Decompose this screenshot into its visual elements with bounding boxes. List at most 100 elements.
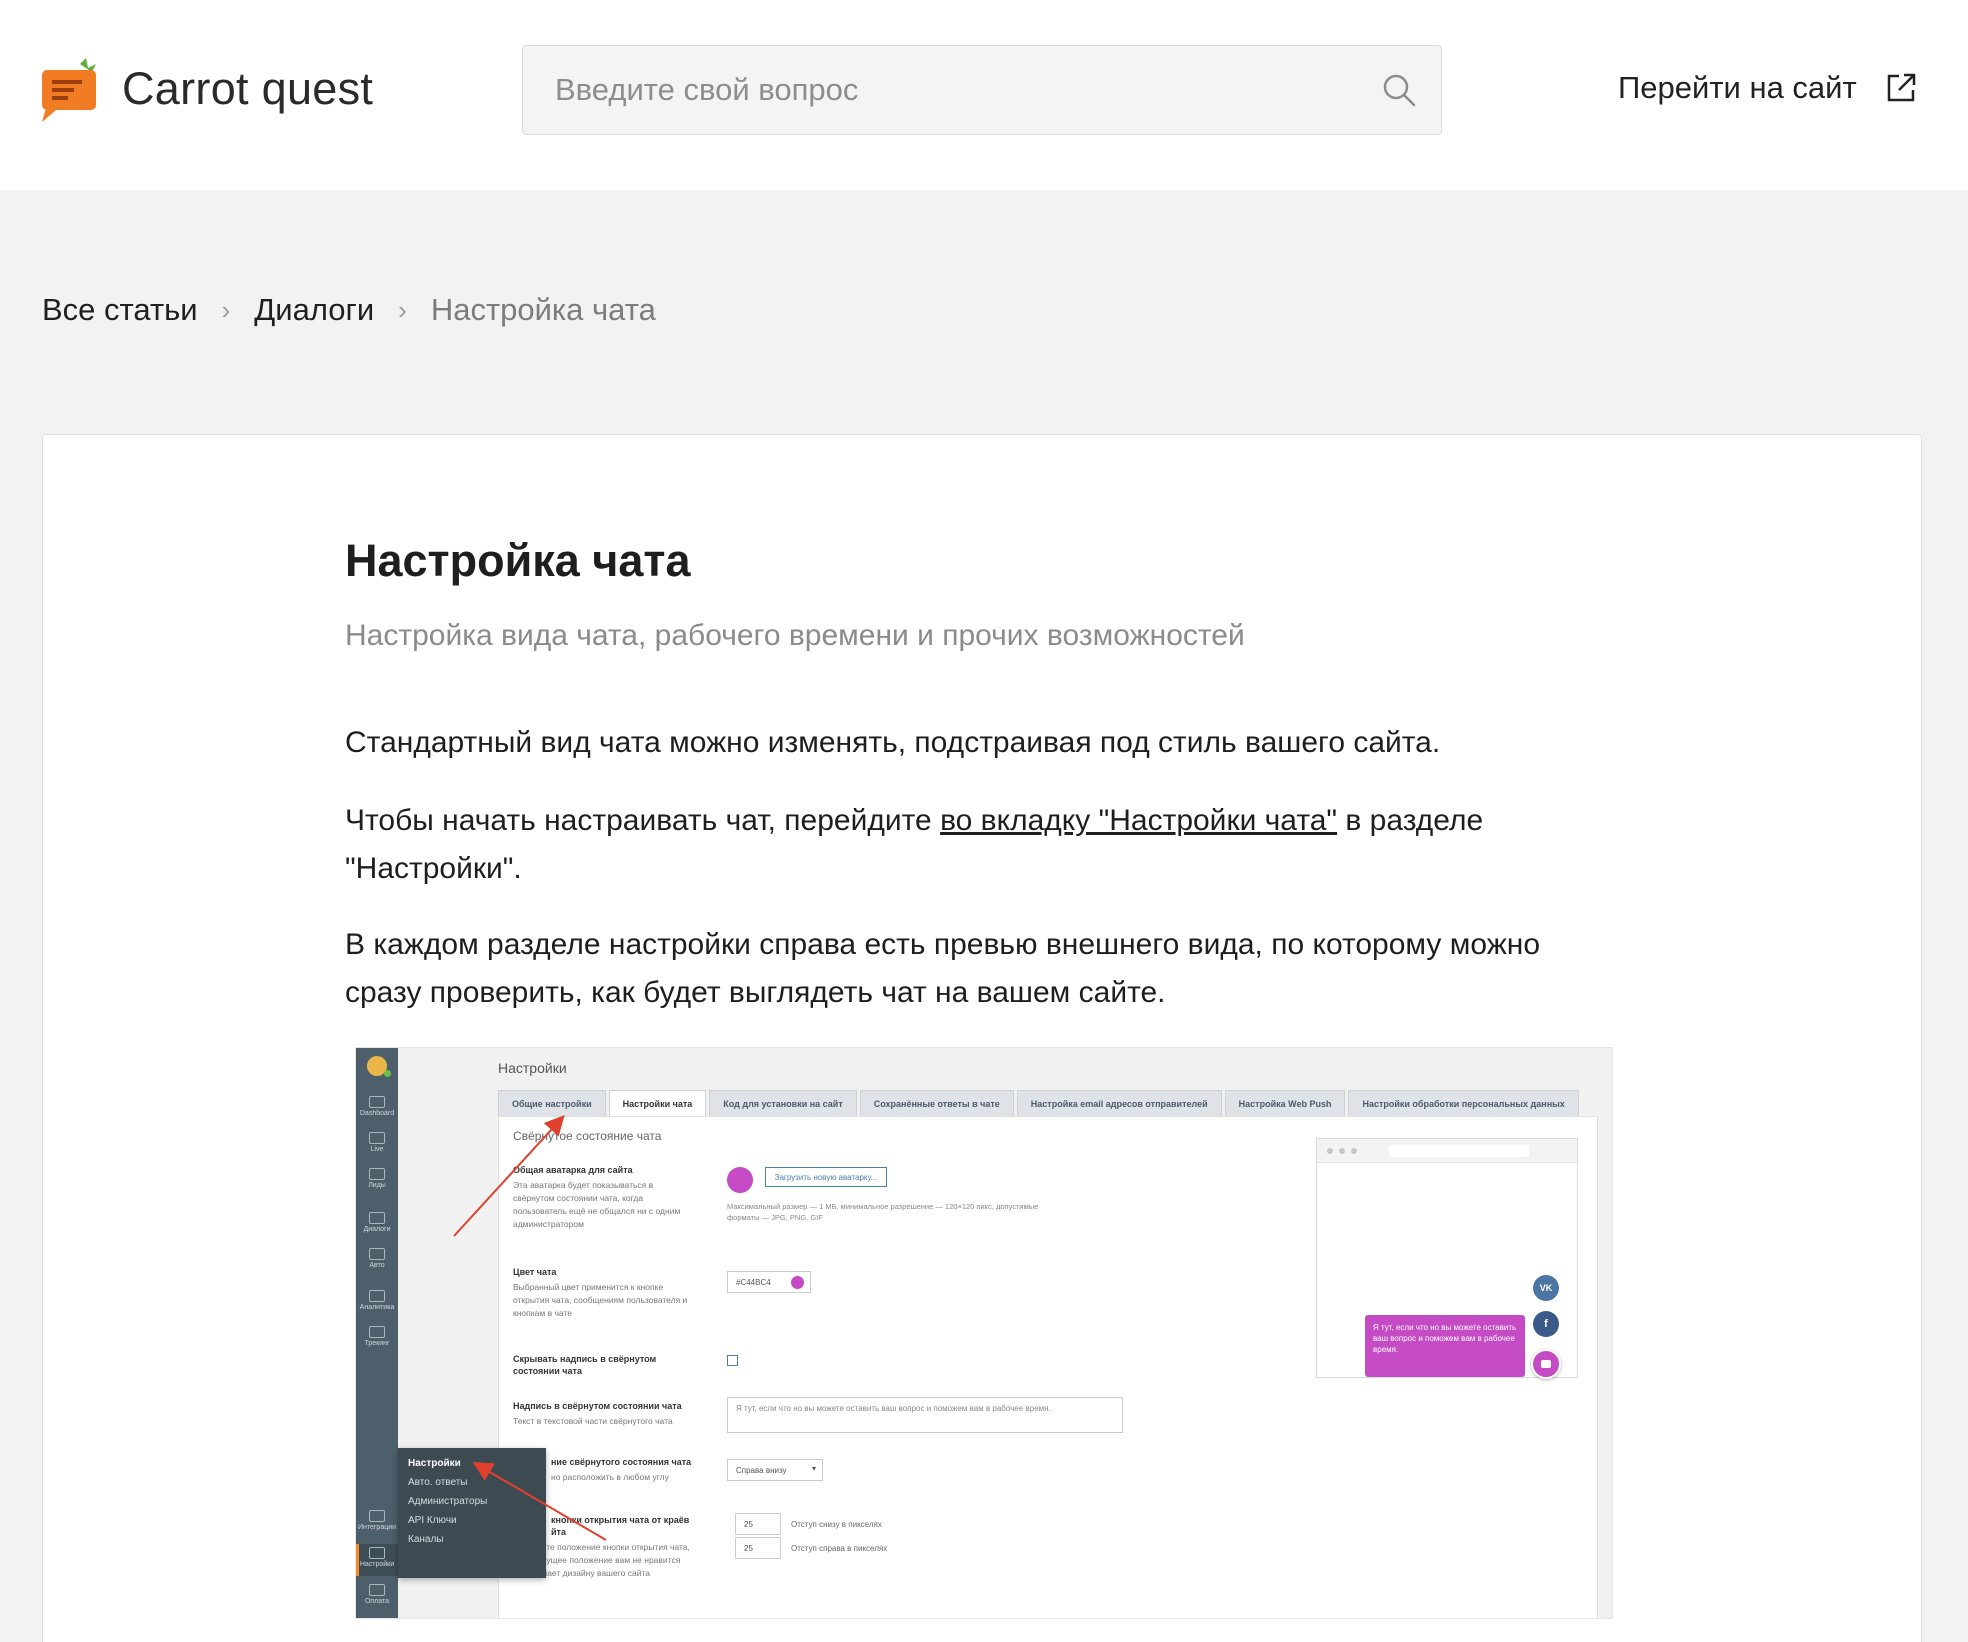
chat-label-bubble: Я тут, если что но вы можете оставить ва…	[1365, 1315, 1525, 1377]
browser-bar	[1317, 1139, 1577, 1163]
sidebar-item-label: Интеграции	[357, 1524, 397, 1531]
submenu-settings: Настройки	[408, 1458, 461, 1469]
sidebar-item-live: Live	[356, 1132, 398, 1153]
hide-label-checkbox	[727, 1355, 738, 1366]
paragraph-2-text: Чтобы начать настраивать чат, перейдите	[345, 804, 941, 837]
label-textarea: Я тут, если что но вы можете оставить ва…	[727, 1397, 1123, 1433]
submenu-admins: Администраторы	[408, 1496, 488, 1507]
goto-site-label: Перейти на сайт	[1618, 70, 1857, 105]
settings-heading: Настройки	[498, 1060, 567, 1076]
upload-avatar-button: Загрузить новую аватарку...	[765, 1167, 887, 1187]
avatar-field-title: Общая аватарка для сайта	[513, 1165, 633, 1175]
offset-right-input: 25	[735, 1537, 781, 1559]
breadcrumb: Все статьи › Диалоги › Настройка чата	[42, 292, 656, 328]
goto-site-link[interactable]: Перейти на сайт	[1618, 70, 1917, 106]
settings-submenu: Настройки Авто. ответы Администраторы AP…	[398, 1448, 546, 1578]
color-field-title: Цвет чата	[513, 1267, 557, 1277]
offset-right-label: Отступ справа в пикселях	[791, 1544, 888, 1553]
chat-icon	[369, 1212, 385, 1224]
sidebar-item-label: Лиды	[368, 1182, 386, 1189]
search-box	[522, 45, 1442, 135]
sidebar-item-label: Оплата	[364, 1598, 390, 1605]
tab-personal-data: Настройки обработки персональных данных	[1348, 1090, 1579, 1116]
color-value: #C44BC4	[736, 1277, 771, 1287]
carrot-logo-icon	[42, 58, 96, 122]
sidebar-item-tracking: Трекинг	[356, 1326, 398, 1347]
browser-dot	[1327, 1148, 1333, 1154]
submenu-api-keys: API Ключи	[408, 1515, 457, 1526]
sidebar-item-label: Трекинг	[364, 1340, 390, 1347]
sidebar-item-settings: Настройки	[356, 1544, 398, 1576]
vk-icon: VK	[1533, 1275, 1559, 1301]
browser-url-bar	[1389, 1145, 1529, 1157]
logo[interactable]: Carrot quest	[40, 56, 373, 122]
cursor-icon	[369, 1326, 385, 1338]
sidebar-item-leads: Лиды	[356, 1168, 398, 1189]
sidebar-item-label: Авто	[369, 1262, 385, 1269]
chevron-right-icon: ›	[398, 294, 407, 325]
sidebar-item-label: Dashboard	[359, 1110, 395, 1117]
chat-avatar-preview	[727, 1167, 753, 1193]
upload-hint: Максимальный размер — 1 МБ, минимальное …	[727, 1202, 1039, 1222]
paragraph-2: Чтобы начать настраивать чат, перейдите …	[345, 797, 1615, 893]
chevron-right-icon: ›	[221, 294, 231, 325]
offset-field-title-2: йта	[551, 1527, 566, 1537]
app-sidebar: Dashboard Live Лиды Диалоги Авто Аналити…	[356, 1048, 398, 1618]
site-header: Carrot quest Перейти на сайт	[0, 0, 1968, 190]
label-field-title: Надпись в свёрнутом состоянии чата	[513, 1401, 682, 1411]
dashboard-icon	[369, 1096, 385, 1108]
sidebar-item-analytics: Аналитика	[356, 1290, 398, 1311]
facebook-icon: f	[1533, 1311, 1559, 1337]
tab-general: Общие настройки	[498, 1090, 606, 1116]
browser-dot	[1339, 1148, 1345, 1154]
settings-tabs: Общие настройки Настройки чата Код для у…	[498, 1090, 1582, 1116]
hide-label-title: Скрывать надпись в свёрнутом состоянии ч…	[513, 1354, 657, 1376]
gear-icon	[369, 1547, 385, 1559]
breadcrumb-all-articles[interactable]: Все статьи	[42, 292, 198, 328]
position-field-title: ние свёрнутого состояния чата	[551, 1457, 692, 1467]
sidebar-item-billing: Оплата	[356, 1584, 398, 1605]
color-input: #C44BC4	[727, 1271, 811, 1293]
article-body: Настройка чата Настройка вида чата, рабо…	[345, 535, 1615, 1017]
color-field-desc: Выбранный цвет применится к кнопке откры…	[513, 1282, 688, 1318]
color-swatch	[791, 1276, 804, 1289]
offset-bottom-label: Отступ снизу в пикселях	[791, 1520, 882, 1529]
submenu-auto-replies: Авто. ответы	[408, 1477, 468, 1488]
position-field-desc: но расположить в любом углу	[551, 1472, 669, 1482]
auto-icon	[369, 1248, 385, 1260]
tab-web-push: Настройка Web Push	[1224, 1090, 1346, 1116]
live-icon	[369, 1132, 385, 1144]
offset-bottom-input: 25	[735, 1513, 781, 1535]
chat-settings-link[interactable]: во вкладку "Настройки чата"	[940, 804, 1337, 837]
tab-install-code: Код для установки на сайт	[709, 1090, 857, 1116]
breadcrumb-dialogs[interactable]: Диалоги	[254, 292, 374, 328]
offset-field-title: кнопки открытия чата от краёв	[551, 1515, 690, 1525]
article-card: Настройка чата Настройка вида чата, рабо…	[42, 434, 1922, 1642]
tab-chat-settings: Настройки чата	[608, 1090, 707, 1116]
sidebar-item-label: Диалоги	[363, 1226, 391, 1233]
article-title: Настройка чата	[345, 535, 691, 586]
leads-icon	[369, 1168, 385, 1180]
logo-text: Carrot quest	[122, 63, 374, 114]
position-select: Справа внизу	[727, 1459, 823, 1481]
sidebar-item-dialogs: Диалоги	[356, 1212, 398, 1233]
submenu-channels: Каналы	[408, 1534, 444, 1545]
settings-screenshot: Dashboard Live Лиды Диалоги Авто Аналити…	[355, 1047, 1613, 1619]
sidebar-item-integrations: Интеграции	[356, 1510, 398, 1531]
paragraph-3: В каждом разделе настройки справа есть п…	[345, 928, 1541, 1009]
chat-preview: VK f Я тут, если что но вы можете остави…	[1316, 1138, 1578, 1379]
section-title: Свёрнутое состояние чата	[513, 1129, 662, 1143]
online-indicator	[384, 1070, 391, 1077]
sidebar-item-label: Аналитика	[359, 1304, 395, 1311]
external-link-icon	[1887, 73, 1915, 102]
avatar-field-desc: Эта аватарка будет показываться в свёрну…	[513, 1180, 681, 1229]
label-field-desc: Текст в текстовой части свёрнутого чата	[513, 1416, 673, 1426]
analytics-icon	[369, 1290, 385, 1302]
paragraph-1: Стандартный вид чата можно изменять, под…	[345, 726, 1441, 759]
browser-dot	[1351, 1148, 1357, 1154]
sidebar-item-dashboard: Dashboard	[356, 1096, 398, 1117]
search-input[interactable]	[523, 46, 1383, 134]
article-subtitle: Настройка вида чата, рабочего времени и …	[345, 619, 1245, 652]
search-icon[interactable]	[1381, 72, 1417, 108]
integrations-icon	[369, 1510, 385, 1522]
